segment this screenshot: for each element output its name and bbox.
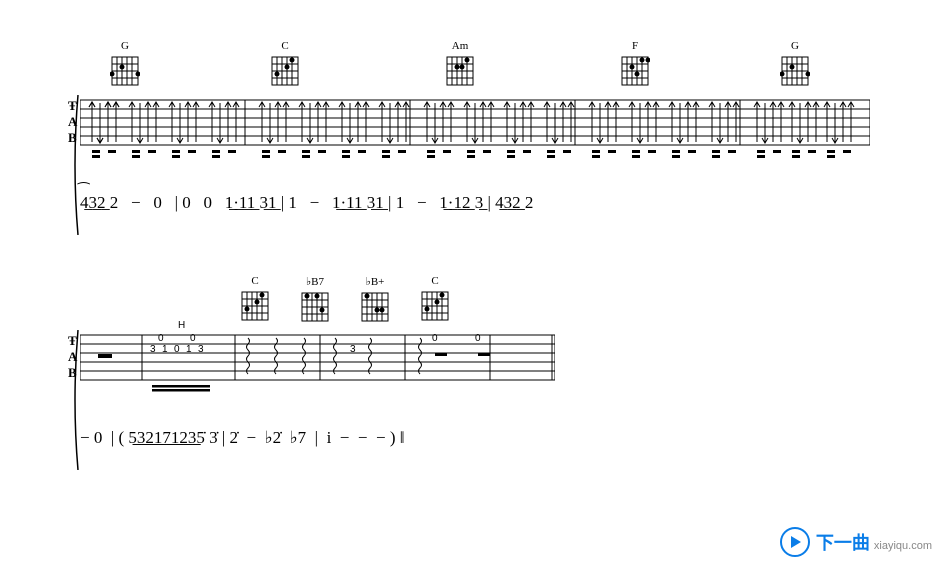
jianpu-notation: 4̲3̲2̲ 2 − 0 | 0 0 1̲·̲1̲1̲ 3̲1̲ | 1 − 1…: [80, 193, 533, 213]
chord-grid-icon: [270, 53, 300, 89]
hammer-label: H: [178, 320, 185, 331]
fret-number: 0: [475, 333, 481, 344]
tab-system-1: G C Am F G Ŧ A B: [80, 40, 97, 228]
watermark: 下一曲 xiayiqu.com: [780, 527, 932, 557]
system-bracket-icon: [72, 330, 80, 470]
chord-grid-icon: [445, 53, 475, 89]
fret-number: 1: [186, 344, 192, 355]
tab-staff-1: Ŧ A B: [80, 95, 97, 155]
fret-number: 0: [432, 333, 438, 344]
chord-grid-icon: [300, 289, 330, 325]
chord-row-1: G C Am F G: [80, 40, 97, 95]
system-bracket-icon: [72, 95, 80, 235]
chord-diagram: F: [620, 40, 650, 92]
chord-diagram: ♭B7: [300, 275, 330, 328]
fret-number: 3: [150, 344, 156, 355]
chord-grid-icon: [620, 53, 650, 89]
chord-name: ♭B7: [300, 275, 330, 288]
chord-diagram: Am: [445, 40, 475, 92]
staff-lines-icon: [80, 330, 555, 402]
fret-number: 0: [190, 333, 196, 344]
chord-name: C: [420, 275, 450, 287]
fret-number: 1: [162, 344, 168, 355]
chord-diagram: G: [780, 40, 810, 92]
chord-name: F: [620, 40, 650, 52]
fret-number: 0: [174, 344, 180, 355]
tab-staff-2: Ŧ A B 0 0 H 3 1 0 1 3 0 0 3: [80, 330, 97, 390]
play-icon: [780, 527, 810, 557]
tab-system-2: C ♭B7 ♭B+ C Ŧ A B: [80, 275, 97, 463]
chord-grid-icon: [240, 288, 270, 324]
watermark-text: 下一曲: [816, 533, 870, 553]
chord-grid-icon: [780, 53, 810, 89]
chord-name: Am: [445, 40, 475, 52]
chord-diagram: C: [270, 40, 300, 92]
chord-diagram: ♭B+: [360, 275, 390, 328]
chord-name: G: [110, 40, 140, 52]
fret-number: 3: [198, 344, 204, 355]
chord-grid-icon: [110, 53, 140, 89]
chord-grid-icon: [420, 288, 450, 324]
chord-diagram: G: [110, 40, 140, 92]
chord-diagram: C: [420, 275, 450, 327]
fret-number: 3: [350, 344, 356, 355]
jianpu-notation: − 0 | ( 5̲̲3̲̲2̲̲1̲̲7̲̲1̲̲2̲̲3̲̲5̇ 3̇ | …: [80, 428, 405, 448]
jianpu-line-1: ⁀ 4̲3̲2̲ 2 − 0 | 0 0 1̲·̲1̲1̲ 3̲1̲ | 1 −…: [80, 193, 97, 228]
watermark-url: xiayiqu.com: [874, 540, 932, 552]
chord-diagram: C: [240, 275, 270, 327]
jianpu-line-2: − 0 | ( 5̲̲3̲̲2̲̲1̲̲7̲̲1̲̲2̲̲3̲̲5̇ 3̇ | …: [80, 428, 97, 463]
fret-number: 0: [158, 333, 164, 344]
chord-name: ♭B+: [360, 275, 390, 288]
chord-grid-icon: [360, 289, 390, 325]
chord-name: C: [240, 275, 270, 287]
chord-name: G: [780, 40, 810, 52]
staff-lines-icon: [80, 95, 870, 167]
chord-name: C: [270, 40, 300, 52]
chord-row-2: C ♭B7 ♭B+ C: [80, 275, 97, 330]
